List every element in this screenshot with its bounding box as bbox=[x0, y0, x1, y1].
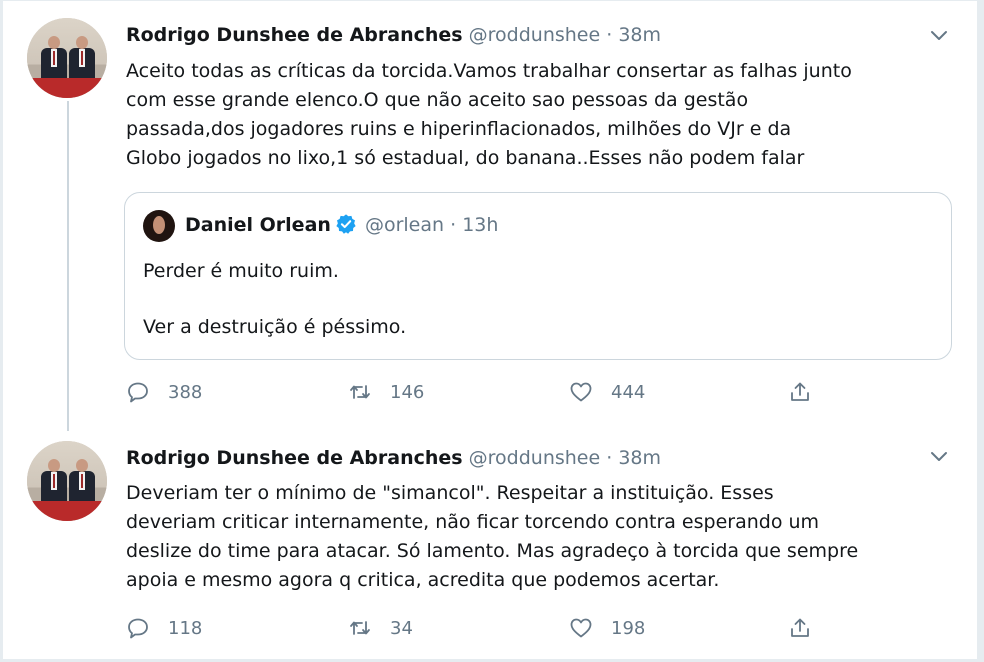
like-button[interactable]: 444 bbox=[569, 379, 645, 405]
tweet-text: Aceito todas as críticas da torcida.Vamo… bbox=[126, 60, 852, 169]
retweet-count: 146 bbox=[390, 381, 425, 403]
avatar[interactable] bbox=[27, 18, 107, 98]
reply-icon bbox=[128, 382, 148, 403]
tweet-header: Rodrigo Dunshee de Abranches @roddunshee… bbox=[126, 21, 661, 49]
tweet-text: Deveriam ter o mínimo de "simancol". Res… bbox=[126, 482, 859, 591]
quoted-text-line-2: Ver a destruição é péssimo. bbox=[143, 316, 407, 338]
quoted-text-line-1: Perder é muito ruim. bbox=[143, 260, 339, 282]
verified-badge-icon bbox=[336, 214, 356, 234]
quoted-tweet[interactable]: Daniel Orlean @orlean · 13h Perder é mui… bbox=[124, 192, 952, 360]
retweet-icon bbox=[350, 621, 370, 635]
share-icon bbox=[791, 618, 809, 637]
reply-icon bbox=[128, 618, 148, 639]
retweet-count: 34 bbox=[390, 617, 413, 639]
tweet-header: Rodrigo Dunshee de Abranches @roddunshee… bbox=[126, 444, 661, 472]
share-button[interactable] bbox=[788, 615, 830, 641]
heart-icon bbox=[570, 382, 592, 402]
tweet-actions: 388 146 444 bbox=[126, 379, 826, 405]
like-button[interactable]: 198 bbox=[569, 615, 645, 641]
quoted-tweet-header: Daniel Orlean @orlean · 13h bbox=[185, 211, 498, 239]
reply-count: 118 bbox=[168, 617, 203, 639]
author-handle[interactable]: @roddunshee bbox=[469, 447, 601, 469]
heart-icon bbox=[570, 618, 592, 638]
author-name[interactable]: Rodrigo Dunshee de Abranches bbox=[126, 24, 463, 46]
retweet-icon bbox=[350, 385, 370, 399]
thread-connector-line bbox=[67, 101, 69, 431]
like-count: 198 bbox=[611, 617, 646, 639]
tweet-timestamp[interactable]: 38m bbox=[618, 24, 661, 46]
meta-separator: · bbox=[606, 447, 613, 469]
tweet-actions: 118 34 198 bbox=[126, 615, 826, 641]
reply-count: 388 bbox=[168, 381, 203, 403]
retweet-button[interactable]: 146 bbox=[348, 379, 424, 405]
author-name[interactable]: Rodrigo Dunshee de Abranches bbox=[126, 447, 463, 469]
share-icon bbox=[791, 382, 809, 401]
avatar[interactable] bbox=[27, 441, 107, 521]
meta-separator: · bbox=[606, 24, 613, 46]
reply-button[interactable]: 118 bbox=[126, 615, 202, 641]
reply-button[interactable]: 388 bbox=[126, 379, 202, 405]
share-button[interactable] bbox=[788, 379, 830, 405]
like-count: 444 bbox=[611, 381, 646, 403]
quoted-timestamp[interactable]: 13h bbox=[462, 214, 498, 236]
quoted-avatar[interactable] bbox=[143, 210, 175, 242]
quoted-author-handle[interactable]: @orlean bbox=[365, 214, 444, 236]
chevron-down-icon[interactable] bbox=[929, 25, 949, 45]
chevron-down-icon[interactable] bbox=[929, 446, 949, 466]
timeline-card: Rodrigo Dunshee de Abranches @roddunshee… bbox=[2, 0, 978, 660]
author-handle[interactable]: @roddunshee bbox=[469, 24, 601, 46]
meta-separator: · bbox=[450, 214, 457, 236]
quoted-author-name[interactable]: Daniel Orlean bbox=[185, 214, 331, 236]
retweet-button[interactable]: 34 bbox=[348, 615, 413, 641]
tweet-timestamp[interactable]: 38m bbox=[618, 447, 661, 469]
